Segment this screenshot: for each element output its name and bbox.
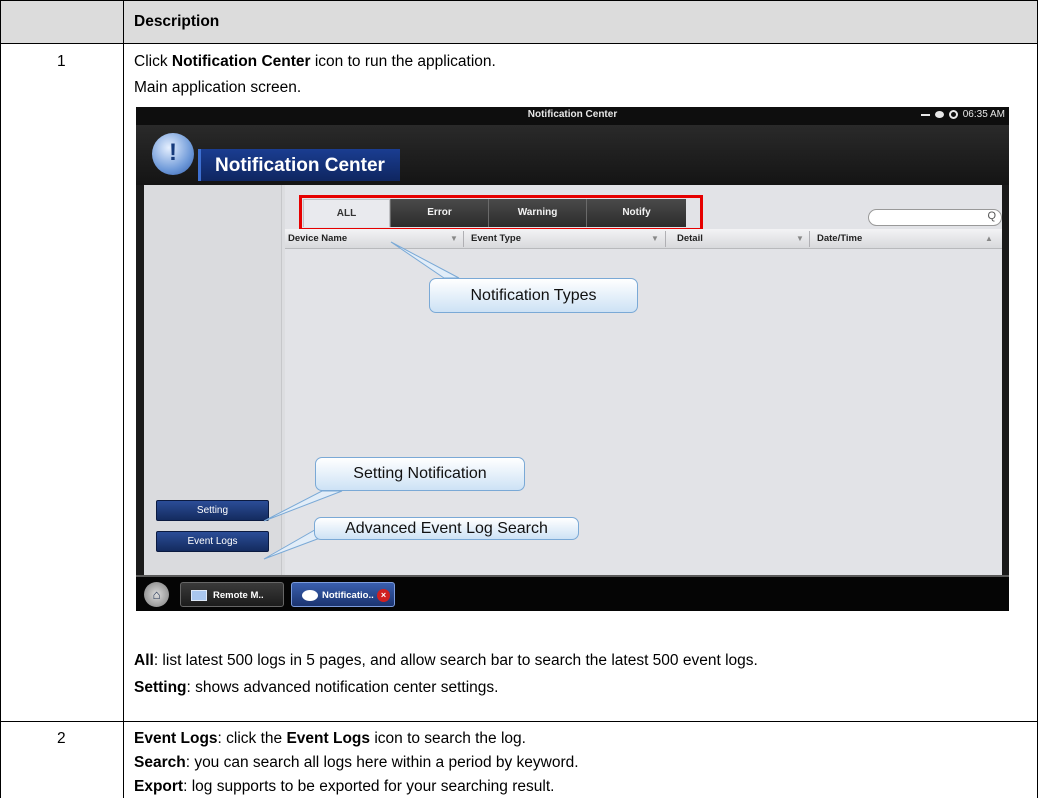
search-description: Search: you can search all logs here wit… [134, 753, 579, 772]
export-description: Export: log supports to be exported for … [134, 777, 554, 796]
home-icon[interactable]: ⌂ [144, 582, 169, 607]
description-column-header: Description [134, 13, 220, 30]
bold-term: Setting [134, 679, 187, 696]
table-border-header [0, 43, 1038, 44]
text-fragment: : log supports to be exported for your s… [183, 778, 555, 795]
system-tray: 06:35 AM [920, 109, 1005, 120]
taskbar-label: Notificatio.. [322, 590, 374, 601]
callout-setting-notification: Setting Notification [315, 457, 525, 491]
table-border-col [123, 0, 124, 798]
text-fragment: : list latest 500 logs in 5 pages, and a… [153, 652, 758, 669]
taskbar-remote-manager[interactable]: Remote M.. [180, 582, 284, 607]
bold-term: Event Logs [286, 730, 371, 747]
text-fragment: : shows advanced notification center set… [186, 679, 499, 696]
close-icon[interactable]: × [377, 589, 390, 602]
chat-bubble-icon[interactable] [934, 111, 944, 118]
window-title: Notification Center [527, 109, 618, 120]
notification-types-pointer [390, 241, 460, 279]
app-title: Notification Center [215, 155, 385, 176]
row-number: 2 [57, 730, 66, 747]
monitor-icon [191, 589, 207, 601]
row-number: 1 [57, 53, 66, 70]
window-titlebar: Notification Center 06:35 AM [136, 107, 1009, 125]
bold-term: All [134, 652, 154, 669]
step-instruction: Click Notification Center icon to run th… [134, 52, 496, 71]
app-screenshot: Notification Center 06:35 AM ! Notificat… [136, 107, 1009, 611]
notification-logo-icon: ! [152, 133, 194, 175]
app-content: Setting Event Logs ALL Error Warning Not… [144, 185, 1002, 575]
all-description: All: list latest 500 logs in 5 pages, an… [134, 651, 758, 670]
event-logs-pointer [263, 526, 321, 560]
eventlogs-description: Event Logs: click the Event Logs icon to… [134, 729, 526, 748]
document-table: Description 1 Click Notification Center … [0, 0, 1038, 798]
bold-term: Search [134, 754, 186, 771]
table-border-row [0, 721, 1038, 722]
taskbar-label: Remote M.. [213, 590, 264, 601]
step-note: Main application screen. [134, 79, 302, 96]
text-fragment: Click [134, 53, 172, 70]
speech-bubble-icon [302, 589, 318, 601]
text-fragment: icon to run the application. [310, 53, 496, 70]
text-fragment: icon to search the log. [370, 730, 526, 747]
taskbar-notification-center[interactable]: Notificatio.. × [291, 582, 395, 607]
app-header: ! Notification Center [136, 125, 1009, 185]
table-border-left [0, 0, 1, 798]
setting-description: Setting: shows advanced notification cen… [134, 678, 498, 697]
minimize-icon[interactable] [920, 113, 930, 116]
bold-term: Export [134, 778, 184, 795]
table-border-top [0, 0, 1038, 1]
callout-advanced-search: Advanced Event Log Search [314, 517, 579, 540]
text-fragment: : you can search all logs here within a … [185, 754, 579, 771]
callout-notification-types: Notification Types [429, 278, 638, 313]
logo-glyph: ! [169, 139, 177, 166]
taskbar: ⌂ Remote M.. Notificatio.. × [136, 575, 1009, 611]
bold-term: Notification Center [171, 53, 311, 70]
app-title-banner: Notification Center [198, 149, 400, 181]
bold-term: Event Logs [134, 730, 218, 747]
clock: 06:35 AM [962, 109, 1005, 120]
text-fragment: : click the [217, 730, 287, 747]
settings-ring-icon[interactable] [948, 110, 958, 119]
